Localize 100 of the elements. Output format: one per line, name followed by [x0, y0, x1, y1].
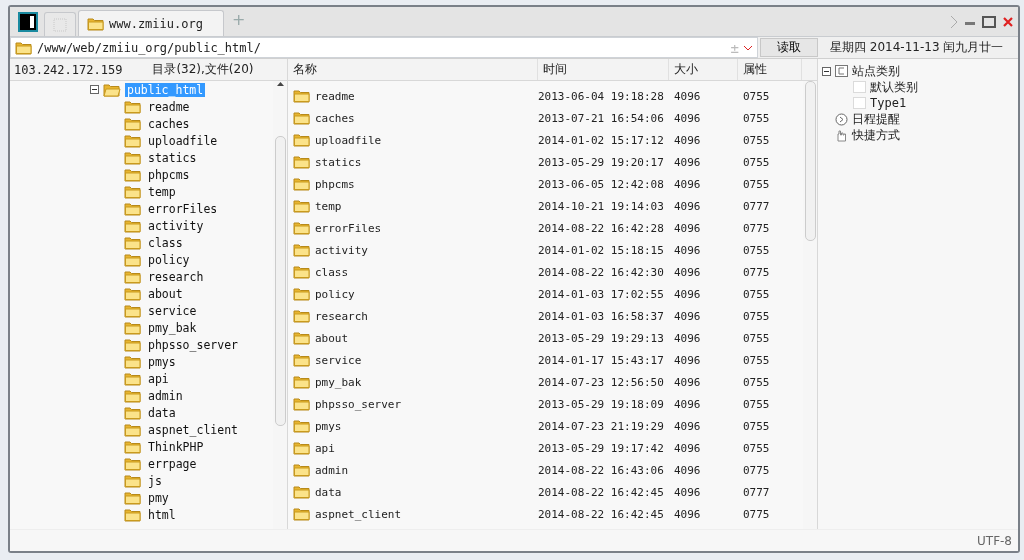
file-name[interactable]: data [315, 485, 342, 499]
table-cell-text: 4096 [673, 133, 702, 147]
table-cell-text: 2014-01-03 17:02:55 [537, 287, 665, 301]
dropdown-caret-icon[interactable] [743, 43, 753, 52]
table-cell-text: 4096 [673, 397, 702, 411]
tree-item[interactable]: ThinkPHP [146, 439, 206, 454]
tree-item[interactable]: api [146, 371, 171, 386]
folder-icon [124, 490, 142, 505]
tab[interactable]: www.zmiiu.org [78, 10, 224, 36]
host-address: 103.242.172.159 [13, 62, 123, 77]
table-cell-text: 0775 [742, 507, 771, 521]
tree-item[interactable]: phpcms [146, 167, 192, 182]
table-cell-text: 0755 [742, 309, 771, 323]
table-cell-text: 2013-05-29 19:18:09 [537, 397, 665, 411]
tree-item[interactable]: uploadfile [146, 133, 220, 148]
tree-item[interactable]: statics [146, 150, 199, 165]
column-header[interactable]: 属性 [738, 59, 802, 80]
file-name[interactable]: phpsso_server [315, 397, 402, 411]
table-cell-text: 0755 [742, 155, 771, 169]
tree-item[interactable]: phpsso_server [146, 337, 240, 352]
file-name[interactable]: service [315, 353, 362, 367]
tree-item[interactable]: errorFiles [146, 201, 220, 216]
folder-icon [293, 419, 311, 433]
tree-item[interactable]: aspnet_client [146, 422, 240, 437]
file-name[interactable]: pmy_bak [315, 375, 362, 389]
file-name[interactable]: statics [315, 155, 362, 169]
table-cell-text: 2013-06-04 19:18:28 [537, 89, 665, 103]
table-cell-text: 4096 [673, 441, 702, 455]
column-header[interactable]: 大小 [669, 59, 738, 80]
date-text: 星期四 2014-11-13 闰九月廿一 [829, 39, 1005, 56]
tree-item[interactable]: admin [146, 388, 185, 403]
table-cell-text: 4096 [673, 419, 702, 433]
tree-item[interactable]: caches [146, 116, 192, 131]
tree-item[interactable]: 默认类别 [870, 78, 918, 96]
dotted-square-icon [853, 81, 866, 93]
tree-item[interactable]: 站点类别 [852, 62, 900, 80]
tree-item[interactable]: readme [146, 99, 192, 114]
tree-item[interactable]: js [146, 473, 164, 488]
tree-item[interactable]: pmy [146, 490, 171, 505]
file-name[interactable]: temp [315, 199, 342, 213]
file-name[interactable]: phpcms [315, 177, 355, 191]
folder-icon [124, 235, 142, 250]
panel-toggle-icon[interactable] [18, 12, 38, 32]
file-name[interactable]: api [315, 441, 335, 455]
file-name[interactable]: research [315, 309, 368, 323]
table-cell-text: 2014-08-22 16:42:28 [537, 221, 665, 235]
tree-item[interactable]: 快捷方式 [852, 126, 900, 144]
tree-item[interactable]: data [146, 405, 178, 420]
tree-item[interactable]: research [146, 269, 206, 284]
tree-item[interactable]: html [146, 507, 178, 522]
collapse-icon[interactable] [822, 66, 831, 76]
table-cell-text: 0777 [742, 199, 771, 213]
folder-icon [124, 150, 142, 165]
folder-icon [293, 485, 311, 499]
folder-icon [124, 405, 142, 420]
table-cell-text: 2014-08-22 16:43:06 [537, 463, 665, 477]
file-name[interactable]: aspnet_client [315, 507, 402, 521]
file-name[interactable]: pmys [315, 419, 342, 433]
column-header[interactable]: 名称 [288, 59, 538, 80]
tree-item[interactable]: pmys [146, 354, 178, 369]
maximize-icon[interactable] [982, 15, 996, 28]
folder-icon [293, 199, 311, 213]
table-cell-text: 4096 [673, 485, 702, 499]
file-name[interactable]: policy [315, 287, 355, 301]
dotted-square-icon [853, 97, 866, 109]
collapse-icon[interactable] [90, 85, 99, 94]
tree-item[interactable]: policy [146, 252, 192, 267]
table-cell-text: 4096 [673, 287, 702, 301]
file-name[interactable]: admin [315, 463, 349, 477]
tree-item[interactable]: about [146, 286, 185, 301]
address-field[interactable]: /www/web/zmiiu_org/public_html/ ± [10, 37, 758, 58]
table-cell-text: 4096 [673, 507, 702, 521]
table-cell-text: 0755 [742, 89, 771, 103]
folder-icon [124, 167, 142, 182]
tree-item[interactable]: Type1 [870, 96, 907, 110]
close-icon[interactable] [1002, 15, 1014, 28]
file-name[interactable]: readme [315, 89, 355, 103]
table-cell-text: 2014-08-22 16:42:45 [537, 485, 665, 499]
file-name[interactable]: class [315, 265, 349, 279]
file-name[interactable]: uploadfile [315, 133, 382, 147]
table-cell-text: 2013-05-29 19:20:17 [537, 155, 665, 169]
tree-item[interactable]: pmy_bak [146, 320, 199, 335]
table-cell-text: 2013-07-21 16:54:06 [537, 111, 665, 125]
tree-item[interactable]: service [146, 303, 199, 318]
file-name[interactable]: errorFiles [315, 221, 382, 235]
tree-item[interactable]: temp [146, 184, 178, 199]
table-cell-text: 0775 [742, 463, 771, 477]
column-header[interactable]: 时间 [538, 59, 669, 80]
tree-item[interactable]: activity [146, 218, 206, 233]
folder-icon [124, 439, 142, 454]
tree-item[interactable]: errpage [146, 456, 199, 471]
file-name[interactable]: activity [315, 243, 368, 257]
file-name[interactable]: about [315, 331, 349, 345]
tree-item[interactable]: class [146, 235, 185, 250]
tree-item[interactable]: 日程提醒 [852, 110, 900, 128]
folder-icon [293, 375, 311, 389]
read-button[interactable]: 读取 [760, 38, 818, 57]
file-name[interactable]: caches [315, 111, 355, 125]
table-cell-text: 2014-01-02 15:18:15 [537, 243, 665, 257]
folder-icon [124, 507, 142, 522]
